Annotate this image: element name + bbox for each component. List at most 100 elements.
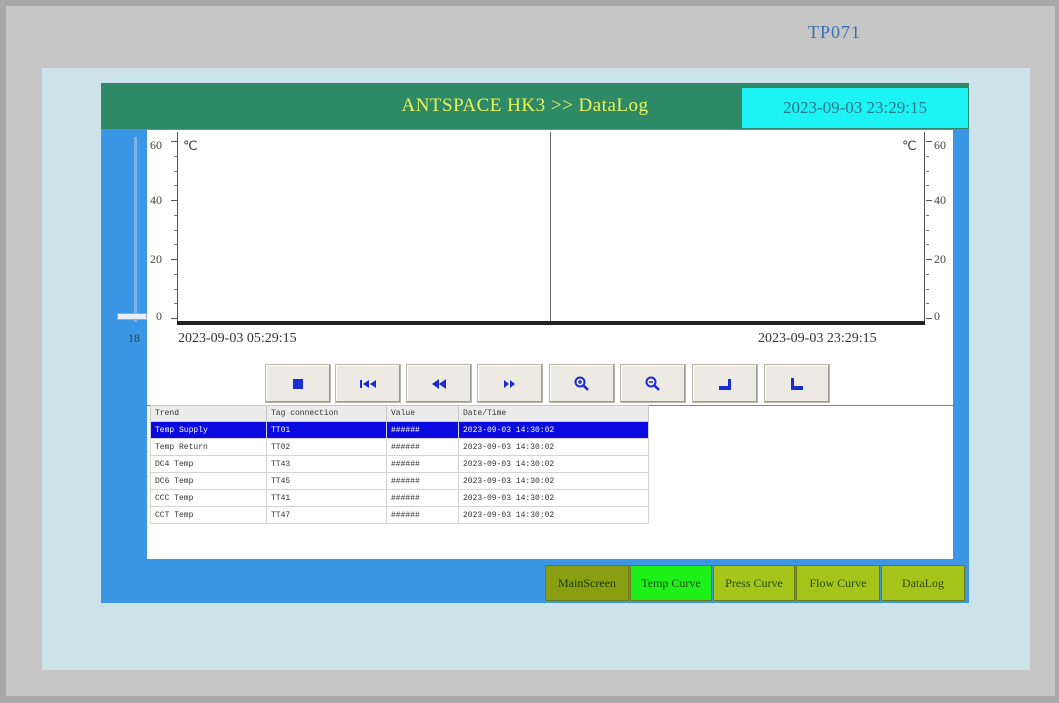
zoom-in-icon <box>574 376 589 391</box>
stop-icon <box>293 378 303 389</box>
cell-tag: TT43 <box>266 455 387 473</box>
rewind-icon <box>432 378 446 389</box>
major-tick <box>926 259 932 260</box>
cell-datetime: 2023-09-03 14:30:02 <box>458 438 649 456</box>
minor-tick <box>926 215 929 216</box>
nav-flow-curve-button[interactable]: Flow Curve <box>796 565 880 601</box>
cell-trend: CCT Temp <box>150 506 267 524</box>
column-header-datetime[interactable]: Date/Time <box>458 405 649 422</box>
cell-value: ###### <box>386 506 459 524</box>
zoom-out-icon <box>645 376 660 391</box>
left-tick-label: 40 <box>150 193 162 207</box>
left-tick-label: 0 <box>156 309 162 323</box>
datetime-display: 2023-09-03 23:29:15 <box>742 88 968 128</box>
minor-tick <box>174 303 177 304</box>
cell-trend: DC4 Temp <box>150 455 267 473</box>
fast-forward-button[interactable] <box>477 364 543 403</box>
minor-tick <box>926 185 929 186</box>
cell-trend: CCC Temp <box>150 489 267 507</box>
cell-datetime: 2023-09-03 14:30:02 <box>458 421 649 439</box>
cell-value: ###### <box>386 438 459 456</box>
cell-trend: Temp Return <box>150 438 267 456</box>
minor-tick <box>174 230 177 231</box>
cell-datetime: 2023-09-03 14:30:02 <box>458 506 649 524</box>
table-row[interactable]: DC6 Temp TT45 ###### 2023-09-03 14:30:02 <box>150 472 649 490</box>
right-tick-label: 40 <box>934 193 946 207</box>
cell-tag: TT01 <box>266 421 387 439</box>
minor-tick <box>174 171 177 172</box>
cell-trend: Temp Supply <box>150 421 267 439</box>
column-header-value[interactable]: Value <box>386 405 459 422</box>
ruler-right-icon <box>791 377 803 390</box>
column-header-tag[interactable]: Tag connection <box>266 405 387 422</box>
table-row[interactable]: Temp Return TT02 ###### 2023-09-03 14:30… <box>150 438 649 456</box>
major-tick <box>926 200 932 201</box>
cell-tag: TT02 <box>266 438 387 456</box>
cell-tag: TT41 <box>266 489 387 507</box>
value-slider-handle[interactable] <box>117 313 147 320</box>
nav-press-curve-button[interactable]: Press Curve <box>713 565 795 601</box>
time-end-label: 2023-09-03 23:29:15 <box>758 331 877 346</box>
right-tick-label: 20 <box>934 252 946 266</box>
ruler-left-button[interactable] <box>692 364 758 403</box>
nav-datalog-button[interactable]: DataLog <box>881 565 965 601</box>
x-axis-line <box>177 321 925 325</box>
right-unit-label: ℃ <box>902 138 917 153</box>
minor-tick <box>926 303 929 304</box>
nav-mainscreen-button[interactable]: MainScreen <box>545 565 629 601</box>
zoom-in-button[interactable] <box>549 364 615 403</box>
minor-tick <box>174 274 177 275</box>
major-tick <box>926 141 932 142</box>
left-unit-label: ℃ <box>183 138 198 153</box>
minor-tick <box>926 230 929 231</box>
minor-tick <box>926 171 929 172</box>
major-tick <box>171 318 177 319</box>
cell-datetime: 2023-09-03 14:30:02 <box>458 472 649 490</box>
zoom-out-button[interactable] <box>620 364 686 403</box>
minor-tick <box>926 244 929 245</box>
minor-tick <box>174 244 177 245</box>
rewind-button[interactable] <box>406 364 472 403</box>
fast-forward-icon <box>504 379 515 388</box>
minor-tick <box>174 185 177 186</box>
skip-back-icon <box>360 379 376 388</box>
right-tick-label: 60 <box>934 138 946 152</box>
cell-value: ###### <box>386 421 459 439</box>
trend-table: Trend Tag connection Value Date/Time Tem… <box>150 405 649 524</box>
right-tick-label: 0 <box>934 309 940 323</box>
left-tick-label: 20 <box>150 252 162 266</box>
minor-tick <box>174 289 177 290</box>
minor-tick <box>174 215 177 216</box>
major-tick <box>171 200 177 201</box>
minor-tick <box>926 289 929 290</box>
major-tick <box>171 141 177 142</box>
minor-tick <box>926 156 929 157</box>
slider-value: 18 <box>128 331 140 345</box>
major-tick <box>171 259 177 260</box>
minor-tick <box>926 274 929 275</box>
nav-temp-curve-button[interactable]: Temp Curve <box>630 565 712 601</box>
major-tick <box>926 318 932 319</box>
table-row[interactable]: Temp Supply TT01 ###### 2023-09-03 14:30… <box>150 421 649 439</box>
cell-tag: TT47 <box>266 506 387 524</box>
stop-button[interactable] <box>265 364 331 403</box>
cell-value: ###### <box>386 489 459 507</box>
column-header-trend[interactable]: Trend <box>150 405 267 422</box>
cell-value: ###### <box>386 472 459 490</box>
skip-to-start-button[interactable] <box>335 364 401 403</box>
table-row[interactable]: CCT Temp TT47 ###### 2023-09-03 14:30:02 <box>150 506 649 524</box>
value-slider-track[interactable] <box>134 137 137 322</box>
table-row[interactable]: CCC Temp TT41 ###### 2023-09-03 14:30:02 <box>150 489 649 507</box>
cell-trend: DC6 Temp <box>150 472 267 490</box>
cell-value: ###### <box>386 455 459 473</box>
ruler-right-button[interactable] <box>764 364 830 403</box>
time-start-label: 2023-09-03 05:29:15 <box>178 331 297 346</box>
cursor-line[interactable] <box>550 132 551 322</box>
device-label: TP071 <box>808 22 862 42</box>
cell-tag: TT45 <box>266 472 387 490</box>
cell-datetime: 2023-09-03 14:30:02 <box>458 455 649 473</box>
ruler-left-icon <box>719 378 731 390</box>
cell-datetime: 2023-09-03 14:30:02 <box>458 489 649 507</box>
table-row[interactable]: DC4 Temp TT43 ###### 2023-09-03 14:30:02 <box>150 455 649 473</box>
trend-plot[interactable] <box>177 132 925 322</box>
